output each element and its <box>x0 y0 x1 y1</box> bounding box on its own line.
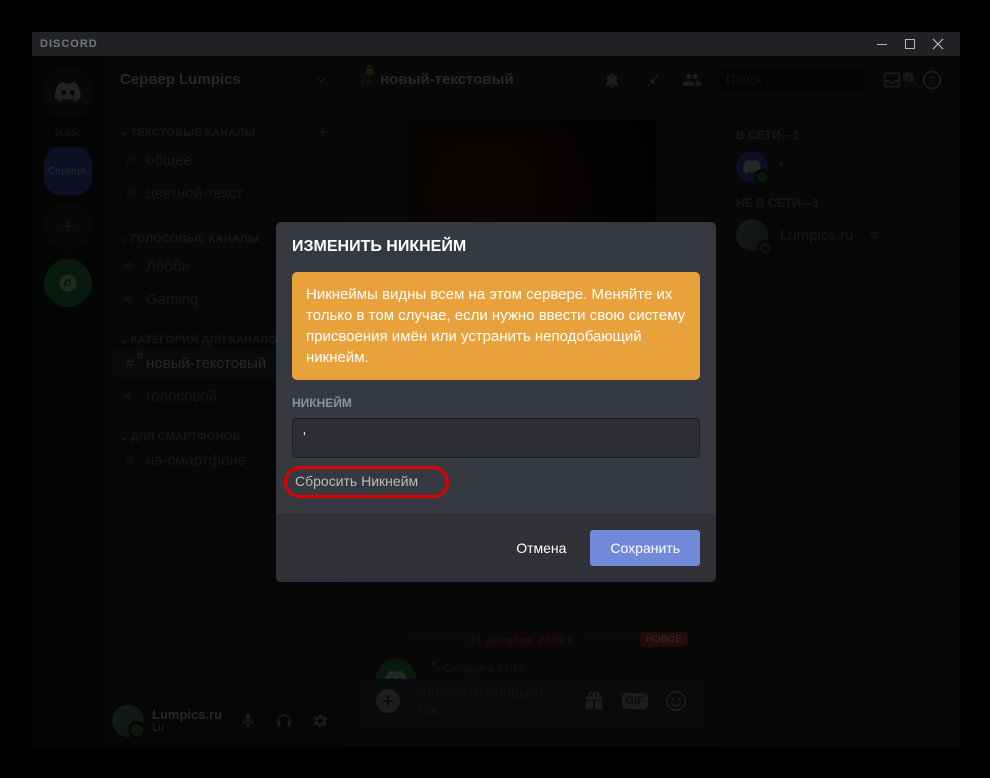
modal-title: ИЗМЕНИТЬ НИКНЕЙМ <box>276 222 716 272</box>
reset-nickname-link[interactable]: Сбросить Никнейм <box>295 473 418 489</box>
highlight-annotation: Сбросить Никнейм <box>284 466 449 498</box>
save-button[interactable]: Сохранить <box>590 530 700 566</box>
maximize-button[interactable] <box>896 33 924 55</box>
minimize-button[interactable] <box>868 33 896 55</box>
titlebar: DISCORD <box>32 32 960 56</box>
warning-notice: Никнеймы видны всем на этом сервере. Мен… <box>292 272 700 380</box>
modal-backdrop[interactable]: ИЗМЕНИТЬ НИКНЕЙМ Никнеймы видны всем на … <box>32 56 960 747</box>
nickname-modal: ИЗМЕНИТЬ НИКНЕЙМ Никнеймы видны всем на … <box>276 222 716 582</box>
app-title: DISCORD <box>40 38 98 50</box>
nickname-input[interactable] <box>292 418 700 458</box>
close-button[interactable] <box>924 33 952 55</box>
nickname-label: НИКНЕЙМ <box>292 396 700 410</box>
cancel-button[interactable]: Отмена <box>500 530 582 566</box>
